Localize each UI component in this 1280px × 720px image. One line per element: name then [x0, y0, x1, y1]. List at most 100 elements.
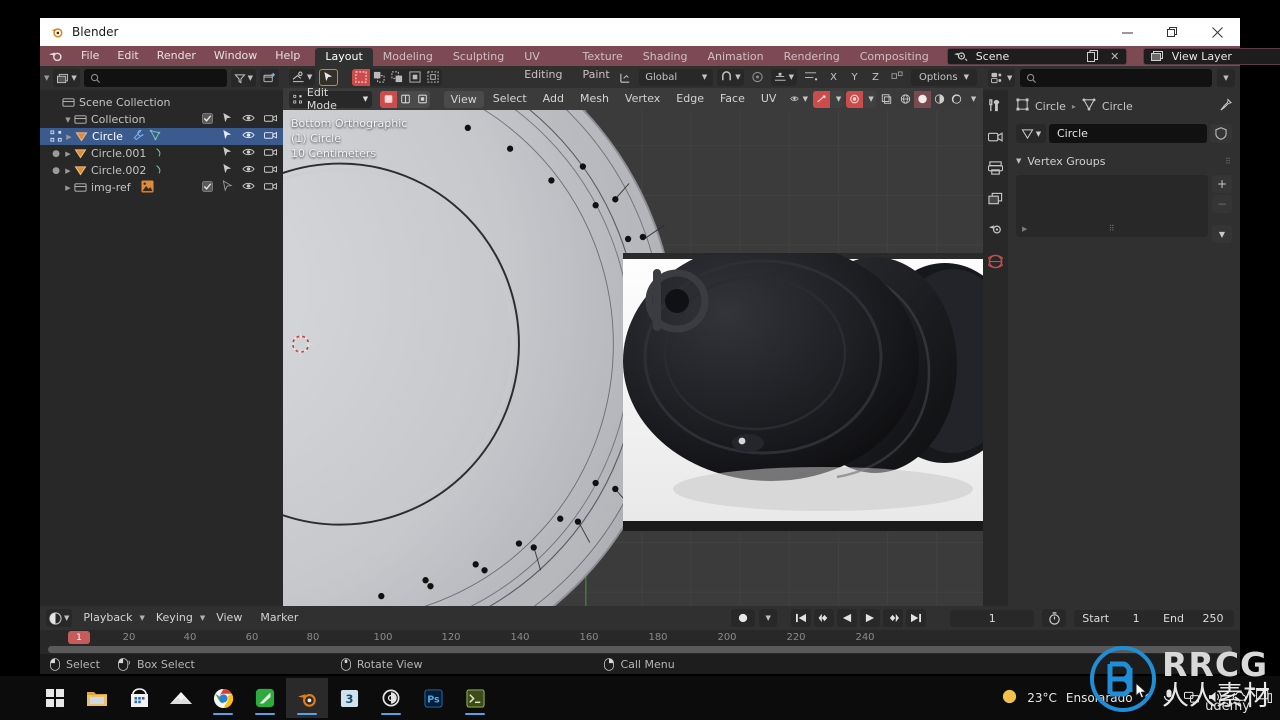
disclosure-triangle-icon[interactable]: ▶: [62, 184, 74, 192]
selectable-cursor-icon[interactable]: [222, 129, 233, 144]
toggle-xray-button[interactable]: [878, 90, 896, 108]
disable-in-renders-camera-icon[interactable]: [264, 147, 277, 160]
mesh-name-input[interactable]: Circle: [1049, 124, 1207, 143]
topology-mirror-icon[interactable]: [888, 69, 907, 86]
playhead[interactable]: 1: [68, 631, 90, 644]
gizmo-dropdown-chevron-icon[interactable]: ▼: [862, 90, 877, 108]
auto-keying-chevron-icon[interactable]: ▼: [759, 609, 778, 627]
vertex-group-specials-chevron-icon[interactable]: ▼: [1212, 225, 1232, 243]
outliner-editor-type-chevron-icon[interactable]: ▼: [44, 74, 49, 82]
outliner-display-mode-dropdown[interactable]: ▼: [53, 69, 80, 87]
add-vertex-group-button[interactable]: +: [1212, 175, 1232, 193]
hide-in-viewport-eye-icon[interactable]: [242, 164, 255, 177]
workspace-tab-sculpting[interactable]: Sculpting: [443, 48, 514, 66]
menu-render[interactable]: Render: [148, 46, 205, 66]
play-icon[interactable]: [860, 609, 881, 627]
remove-scene-button[interactable]: ✕: [1104, 48, 1126, 65]
properties-options-chevron-icon[interactable]: ▼: [1217, 69, 1235, 87]
workspace-tab-compositing[interactable]: Compositing: [850, 48, 939, 66]
end-frame-value[interactable]: 250: [1192, 610, 1234, 627]
solid-shading-icon[interactable]: [914, 90, 932, 108]
xray-dropdown-chevron-icon[interactable]: ▼: [830, 90, 844, 108]
selectable-cursor-icon[interactable]: [222, 112, 233, 127]
workspace-tab-layout[interactable]: Layout: [315, 48, 373, 66]
world-icon[interactable]: [986, 254, 1005, 272]
selectable-cursor-icon[interactable]: [222, 163, 233, 178]
menu-vertex[interactable]: Vertex: [618, 88, 667, 110]
editor-type-dropdown[interactable]: ▼: [289, 68, 316, 86]
menu-window[interactable]: Window: [205, 46, 266, 66]
exclude-checkbox[interactable]: [202, 180, 213, 195]
nvidia-icon[interactable]: [244, 678, 286, 718]
mesh-data-icon[interactable]: [149, 129, 161, 144]
edge-select-icon[interactable]: [397, 90, 415, 108]
outliner-search-input[interactable]: [83, 69, 227, 87]
workspace-tab-uv-editing[interactable]: UV Editing: [514, 48, 572, 81]
hide-in-viewport-eye-icon[interactable]: [242, 147, 255, 160]
timeline-ruler[interactable]: 1 20 40 60 80 100 120 140 160 180 200 22…: [40, 630, 1240, 654]
jump-to-start-icon[interactable]: [791, 609, 812, 627]
outliner-row-circle-002[interactable]: ● ▶ Circle.002: [40, 162, 283, 179]
tweak-tool-button[interactable]: [319, 68, 339, 86]
viewlayer-selector[interactable]: View Layer ✕: [1142, 47, 1280, 65]
wireframe-shading-icon[interactable]: [897, 90, 915, 108]
timeline-menu-marker[interactable]: Marker: [253, 607, 305, 629]
list-expand-triangle-icon[interactable]: ▶: [1022, 225, 1027, 233]
weather-temperature[interactable]: 23°C: [1027, 691, 1057, 705]
mirror-x-button[interactable]: X: [825, 69, 842, 86]
selectable-cursor-icon[interactable]: [222, 146, 233, 161]
jump-to-end-icon[interactable]: [906, 609, 927, 627]
outliner-new-collection-button[interactable]: [260, 69, 279, 87]
viewport-canvas[interactable]: Bottom Orthographic (1) Circle 10 Centim…: [283, 110, 983, 606]
use-preview-range-icon[interactable]: [1042, 609, 1067, 627]
disclosure-triangle-icon[interactable]: ▶: [62, 150, 74, 158]
outliner-row-circle-001[interactable]: ● ▶ Circle.001: [40, 145, 283, 162]
output-icon[interactable]: [987, 161, 1004, 178]
xray-toggle-icon[interactable]: [813, 90, 831, 108]
menu-uv[interactable]: UV: [754, 88, 784, 110]
workspace-tab-rendering[interactable]: Rendering: [774, 48, 850, 66]
list-grip-icon[interactable]: ⠿: [1109, 224, 1116, 233]
menu-help[interactable]: Help: [266, 46, 309, 66]
mirror-icon[interactable]: [801, 69, 821, 86]
blender-icon[interactable]: [286, 678, 328, 718]
timeline-menu-view[interactable]: View: [209, 607, 249, 629]
outliner-row-img-ref[interactable]: ▶ img-ref: [40, 179, 283, 196]
auto-keying-toggle[interactable]: [731, 609, 756, 627]
render-icon[interactable]: [987, 130, 1003, 147]
outliner-filter-button[interactable]: ▼: [230, 69, 256, 87]
play-reverse-icon[interactable]: [837, 609, 858, 627]
rendered-shading-icon[interactable]: [948, 90, 966, 108]
microsoft-store-icon[interactable]: [118, 678, 160, 718]
workspace-tab-texture-paint[interactable]: Texture Paint: [573, 48, 633, 81]
current-frame-field[interactable]: 1: [950, 609, 1035, 627]
tool-icon[interactable]: [988, 98, 1003, 116]
menu-face[interactable]: Face: [713, 88, 752, 110]
next-keyframe-icon[interactable]: [883, 609, 904, 627]
disclosure-triangle-icon[interactable]: ▶: [63, 133, 75, 141]
hide-in-viewport-eye-icon[interactable]: [242, 113, 255, 126]
menu-view[interactable]: View: [443, 90, 484, 108]
disclosure-triangle-icon[interactable]: ▶: [62, 167, 74, 175]
file-explorer-icon[interactable]: [76, 678, 118, 718]
menu-select[interactable]: Select: [486, 88, 534, 110]
menu-mesh[interactable]: Mesh: [573, 88, 616, 110]
timeline-editor-type-dropdown[interactable]: ▼: [46, 609, 73, 627]
mesh-data-icon[interactable]: [154, 147, 165, 161]
timeline-horizontal-scrollbar[interactable]: [48, 646, 1232, 653]
select-extend-button[interactable]: [370, 68, 389, 86]
blender-logo-icon[interactable]: [48, 49, 64, 63]
mesh-data-icon[interactable]: [154, 164, 165, 178]
outliner-row-collection[interactable]: ▼ Collection: [40, 111, 283, 128]
vertex-select-icon[interactable]: [380, 90, 398, 108]
new-scene-button[interactable]: [1082, 48, 1104, 65]
hide-in-viewport-eye-icon[interactable]: [242, 130, 255, 143]
selectable-cursor-icon[interactable]: [222, 180, 233, 195]
select-subtract-button[interactable]: [388, 68, 407, 86]
disable-in-renders-camera-icon[interactable]: [264, 113, 277, 126]
properties-search-input[interactable]: [1020, 69, 1212, 87]
menu-file[interactable]: File: [72, 46, 108, 66]
timeline-menu-keying[interactable]: Keying: [149, 607, 200, 629]
properties-editor-type-dropdown[interactable]: ▼: [988, 69, 1016, 87]
proportional-edit-button[interactable]: [748, 69, 767, 86]
